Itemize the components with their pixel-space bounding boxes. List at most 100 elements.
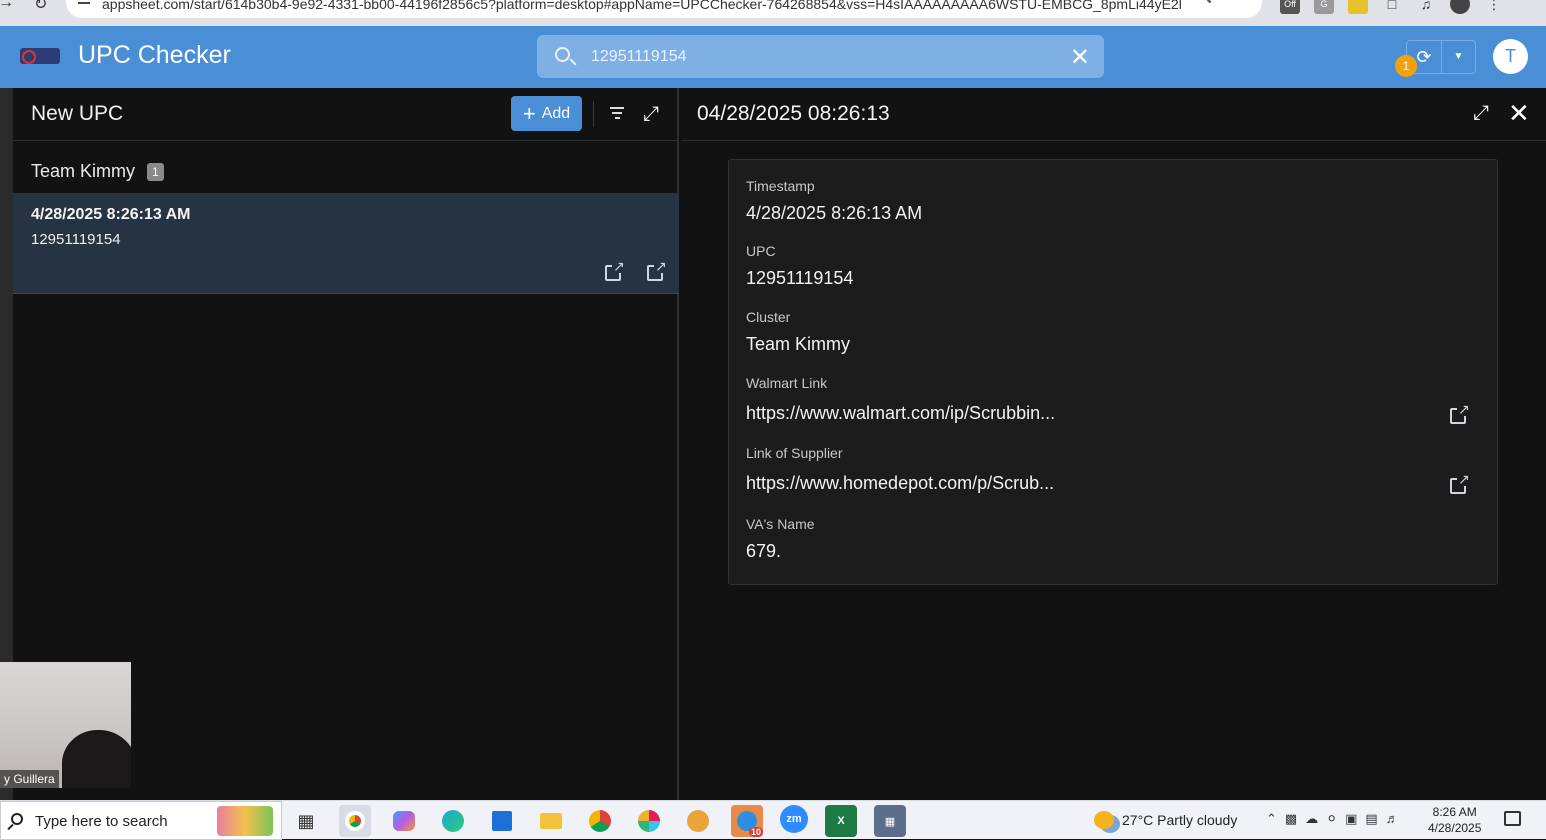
field-value: Team Kimmy	[746, 334, 851, 354]
taskbar-search[interactable]: Type here to search	[0, 801, 282, 840]
field-supplier-link: Link of Supplier https://www.homedepot.c…	[746, 445, 1054, 494]
bookmark-star-icon[interactable]: ☆	[1235, 0, 1248, 4]
field-va-name: VA's Name 679.	[746, 516, 815, 562]
taskbar-search-placeholder: Type here to search	[35, 813, 168, 830]
search-input[interactable]	[591, 46, 1051, 68]
windows-taskbar: Type here to search ▦ 10 zm X ▦ 27°C Par…	[0, 800, 1546, 840]
more-menu-icon[interactable]: ⋮	[1484, 0, 1504, 14]
expand-icon[interactable]: ⤢	[643, 103, 659, 126]
extension-g-icon[interactable]: G	[1314, 0, 1334, 14]
taskbar-clock[interactable]: 8:26 AM 4/28/2025	[1428, 804, 1481, 836]
address-bar-actions: 🔍 ☆	[1194, 0, 1248, 4]
user-avatar[interactable]: T	[1493, 39, 1528, 74]
field-upc: UPC 12951119154	[746, 243, 853, 289]
list-title: New UPC	[31, 102, 124, 125]
extension-off-icon[interactable]: Off	[1280, 0, 1300, 14]
extensions-bar: Off G □ ♫ ⋮	[1280, 0, 1504, 14]
field-cluster: Cluster Team Kimmy	[746, 309, 850, 355]
plus-icon: +	[522, 100, 536, 126]
add-button[interactable]: + Add	[511, 96, 582, 131]
add-button-label: Add	[541, 104, 571, 122]
partly-cloudy-icon	[1094, 811, 1114, 829]
reload-icon[interactable]: ↻	[34, 0, 47, 14]
external-link-icon[interactable]: ↗	[1450, 402, 1471, 424]
field-walmart-link: Walmart Link https://www.walmart.com/ip/…	[746, 375, 1055, 424]
chevron-up-icon[interactable]: ⌃	[1266, 811, 1277, 827]
weather-widget[interactable]: 27°C Partly cloudy	[1094, 811, 1237, 829]
excel-icon[interactable]: X	[825, 805, 857, 837]
notification-icon[interactable]	[1504, 811, 1521, 826]
app-title: UPC Checker	[78, 41, 231, 69]
external-link-icon[interactable]: ↗	[647, 259, 668, 281]
close-icon[interactable]: ✕	[1508, 98, 1530, 129]
calculator-icon[interactable]: ▦	[874, 805, 906, 837]
slack-icon[interactable]	[633, 805, 665, 837]
mail-badge: 10	[748, 827, 763, 837]
chevron-down-icon[interactable]: ▼	[1442, 41, 1475, 73]
profile-icon[interactable]	[1450, 0, 1470, 14]
item-upc: 12951119154	[31, 231, 121, 248]
filter-icon[interactable]	[610, 107, 624, 121]
onedrive-icon[interactable]: ☁	[1305, 811, 1318, 827]
mail-icon[interactable]: 10	[731, 805, 763, 837]
file-explorer-icon[interactable]	[535, 805, 567, 837]
list-panel-header: New UPC + Add ⤢	[13, 88, 679, 141]
expand-icon[interactable]: ⤢	[1473, 102, 1489, 125]
address-bar[interactable]: appsheet.com/start/614b30b4-9e92-4331-bb…	[66, 0, 1262, 18]
edge-icon[interactable]	[437, 805, 469, 837]
detail-title: 04/28/2025 08:26:13	[697, 102, 890, 125]
field-value: 679.	[746, 541, 782, 561]
external-link-icon[interactable]: ↗	[1450, 472, 1471, 494]
field-label: Cluster	[746, 309, 791, 325]
webcam-name: y Guillera	[0, 770, 59, 788]
clock-time: 8:26 AM	[1432, 805, 1477, 819]
search-box[interactable]: ✕	[537, 35, 1104, 78]
browser-nav: → ↻	[0, 0, 60, 14]
clear-search-icon[interactable]: ✕	[1070, 43, 1090, 72]
clock-date: 4/28/2025	[1428, 821, 1482, 835]
walmart-link[interactable]: https://www.walmart.com/ip/Scrubbin...	[746, 403, 1055, 424]
taskbar-apps: ▦ 10 zm X ▦	[290, 805, 906, 837]
display-icon[interactable]: ▣	[1345, 811, 1357, 827]
volume-icon[interactable]: ♬	[1386, 811, 1399, 827]
extension-sun-icon[interactable]	[1348, 0, 1368, 14]
supplier-link[interactable]: https://www.homedepot.com/p/Scrub...	[746, 473, 1054, 494]
field-label: UPC	[746, 243, 776, 259]
field-value: 4/28/2025 8:26:13 AM	[746, 203, 923, 223]
system-tray: ⌃ ▩ ☁ ⚪ ▣ ▤ ♬	[1266, 811, 1399, 827]
game-icon[interactable]	[682, 805, 714, 837]
field-value: 12951119154	[746, 268, 854, 288]
search-highlight-icon[interactable]	[217, 806, 273, 836]
meet-icon[interactable]: ▩	[1285, 811, 1297, 827]
detail-card: Timestamp 4/28/2025 8:26:13 AM UPC 12951…	[728, 159, 1498, 585]
webcam-overlay[interactable]: y Guillera	[0, 662, 131, 788]
copilot-icon[interactable]	[388, 805, 420, 837]
zoom-icon[interactable]: 🔍	[1194, 0, 1213, 4]
chrome-profile-icon[interactable]	[584, 805, 616, 837]
chrome-icon[interactable]	[339, 805, 371, 837]
group-name: Team Kimmy	[31, 161, 136, 181]
store-icon[interactable]	[486, 805, 518, 837]
forward-icon[interactable]: →	[0, 0, 14, 12]
webcam-person	[62, 730, 131, 788]
external-link-icon[interactable]: ↗	[605, 259, 626, 281]
site-settings-icon[interactable]	[78, 0, 90, 4]
field-label: Walmart Link	[746, 375, 828, 391]
group-header[interactable]: Team Kimmy 1	[31, 161, 164, 182]
field-label: Link of Supplier	[746, 445, 843, 461]
media-icon[interactable]: ♫	[1416, 0, 1436, 14]
zoom-icon[interactable]: zm	[780, 805, 808, 833]
sync-badge: 1	[1395, 55, 1417, 77]
app-header: UPC Checker ✕ ⟳ ▼ 1 T	[0, 26, 1546, 88]
microphone-icon[interactable]: ⚪	[1326, 811, 1337, 827]
url-text[interactable]: appsheet.com/start/614b30b4-9e92-4331-bb…	[102, 0, 1182, 12]
puzzle-icon[interactable]: □	[1382, 0, 1402, 14]
list-item[interactable]: 4/28/2025 8:26:13 AM 12951119154 ↗ ↗	[13, 193, 679, 294]
search-icon	[555, 47, 570, 62]
group-count-badge: 1	[147, 162, 164, 181]
search-icon	[11, 813, 23, 825]
task-view-icon[interactable]: ▦	[290, 805, 322, 837]
field-timestamp: Timestamp 4/28/2025 8:26:13 AM	[746, 178, 922, 224]
detail-header: 04/28/2025 08:26:13 ⤢ ✕	[681, 88, 1546, 141]
network-icon[interactable]: ▤	[1365, 811, 1377, 827]
